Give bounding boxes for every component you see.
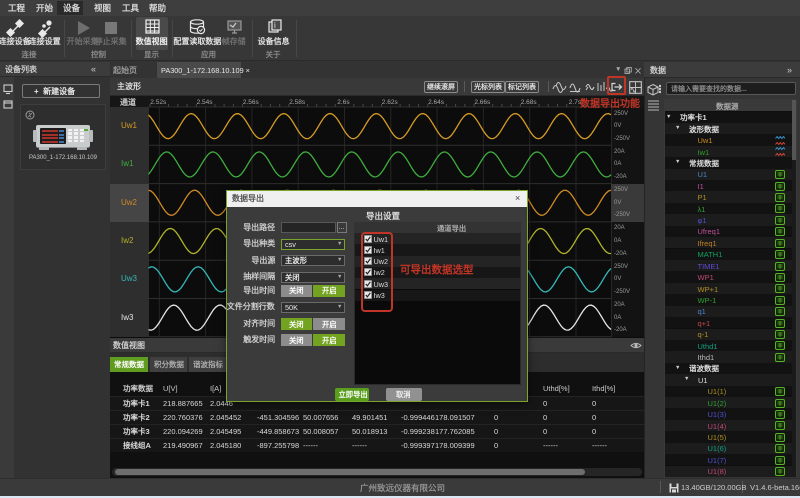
svg-text:i: i [274, 21, 276, 30]
